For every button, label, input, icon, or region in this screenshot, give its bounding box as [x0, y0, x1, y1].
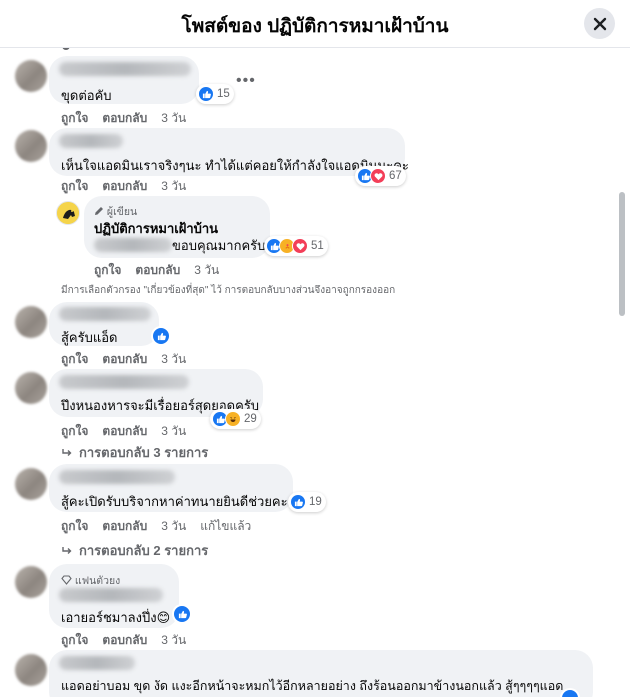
- reply-button[interactable]: ตอบกลับ: [135, 261, 180, 280]
- fan-badge-label: แฟนตัวยง: [74, 575, 121, 587]
- like-button[interactable]: ถูกใจ: [61, 350, 88, 369]
- timestamp[interactable]: 3 วัน: [161, 422, 186, 441]
- heart-icon: [370, 168, 386, 184]
- close-icon: [593, 17, 606, 30]
- comment-text: สู้คะเปิดรับบริจากหาค่าทนายยินดีช่วยคะ: [61, 494, 288, 509]
- filter-note: มีการเลือกตัวกรอง "เกี่ยวข้องที่สุด" ไว้…: [61, 285, 396, 296]
- reply-button[interactable]: ตอบกลับ: [102, 109, 147, 128]
- avatar[interactable]: [15, 566, 47, 598]
- like-button[interactable]: ถูกใจ: [61, 109, 88, 128]
- reaction-total: 29: [244, 413, 257, 425]
- like-icon: [290, 494, 306, 510]
- timestamp[interactable]: 3 วัน: [161, 517, 186, 536]
- comment-text: แอดอย่าบอม ขุด งัด แงะอีกหน้าจะหมกไว้อีก…: [61, 679, 564, 693]
- comment-text: สู้ครับแอ็ด: [61, 330, 118, 345]
- reply-arrow-icon: [62, 448, 72, 456]
- avatar[interactable]: [15, 130, 47, 162]
- dialog-header: โพสต์ของ ปฏิบัติการหมาเฝ้าบ้าน: [0, 0, 630, 48]
- more-options-icon[interactable]: •••: [236, 72, 256, 90]
- timestamp[interactable]: 3 วัน: [194, 261, 219, 280]
- reaction-count[interactable]: 67: [355, 166, 406, 186]
- timestamp[interactable]: 3 วัน: [161, 177, 186, 196]
- commenter-name[interactable]: [59, 134, 123, 148]
- like-icon[interactable]: [174, 606, 190, 622]
- comment-text: เอายอร์ชมาลงปึ่ง😊: [61, 610, 171, 625]
- pencil-icon: [95, 207, 103, 215]
- comment-actions: ถูกใจ ตอบกลับ 3 วัน: [61, 350, 186, 369]
- author-avatar[interactable]: [56, 201, 80, 225]
- like-icon[interactable]: [153, 328, 169, 344]
- reaction-total: 19: [309, 496, 322, 508]
- heart-icon: [292, 238, 308, 254]
- reply-actions: ถูกใจ ตอบกลับ 3 วัน: [94, 261, 219, 280]
- like-button[interactable]: ถูกใจ: [61, 631, 88, 650]
- reply-arrow-icon: [62, 546, 72, 554]
- dog-logo-icon: [57, 202, 79, 224]
- reaction-total: 67: [389, 170, 402, 182]
- mentioned-name[interactable]: [94, 238, 172, 252]
- dialog-title: โพสต์ของ ปฏิบัติการหมาเฝ้าบ้าน: [181, 16, 449, 37]
- commenter-name[interactable]: [59, 62, 191, 76]
- reply-button[interactable]: ตอบกลับ: [102, 350, 147, 369]
- avatar[interactable]: [15, 60, 47, 92]
- reply-text: ขอบคุณมากครับ: [172, 238, 266, 253]
- like-button[interactable]: ถูกใจ: [94, 261, 121, 280]
- close-button[interactable]: [584, 8, 615, 39]
- comment-actions: ถูกใจ ตอบกลับ 3 วัน: [61, 109, 186, 128]
- timestamp[interactable]: 3 วัน: [161, 109, 186, 128]
- avatar[interactable]: [15, 468, 47, 500]
- like-icon: [198, 86, 214, 102]
- view-replies-label: การตอบกลับ 2 รายการ: [79, 543, 209, 558]
- haha-icon: [225, 411, 241, 427]
- view-replies-label: การตอบกลับ 3 รายการ: [79, 445, 209, 460]
- diamond-icon: [61, 575, 72, 585]
- view-replies-button[interactable]: การตอบกลับ 2 รายการ: [61, 540, 208, 561]
- reaction-count[interactable]: 29: [210, 409, 261, 429]
- like-button[interactable]: ถูกใจ: [61, 517, 88, 536]
- like-button[interactable]: ถูกใจ: [61, 177, 88, 196]
- author-badge-label: ผู้เขียน: [106, 206, 138, 218]
- avatar[interactable]: [15, 654, 47, 686]
- commenter-name[interactable]: [59, 375, 189, 389]
- comment-text: ขุดต่อคับ: [61, 88, 112, 103]
- comment-actions: ถูกใจ ตอบกลับ 3 วัน: [61, 422, 186, 441]
- comment-actions: ถูกใจ ตอบกลับ 3 วัน: [61, 177, 186, 196]
- reaction-count[interactable]: 51: [264, 236, 328, 256]
- avatar[interactable]: [15, 306, 47, 338]
- commenter-name[interactable]: [59, 470, 175, 484]
- scrollbar[interactable]: [619, 192, 625, 316]
- reply-button[interactable]: ตอบกลับ: [102, 631, 147, 650]
- like-button[interactable]: ถูกใจ: [61, 422, 88, 441]
- commenter-name[interactable]: [59, 588, 163, 602]
- reply-button[interactable]: ตอบกลับ: [102, 517, 147, 536]
- reaction-count[interactable]: 15: [196, 84, 234, 104]
- comment-actions: ถูกใจ ตอบกลับ 3 วัน: [61, 631, 186, 650]
- commenter-name[interactable]: [59, 656, 135, 670]
- reply-button[interactable]: ตอบกลับ: [102, 422, 147, 441]
- comment-actions: ถูกใจ ตอบกลับ 3 วัน แก้ไขแล้ว: [61, 517, 251, 536]
- timestamp[interactable]: 3 วัน: [161, 631, 186, 650]
- reaction-total: 51: [311, 240, 324, 252]
- commenter-name[interactable]: [59, 307, 151, 321]
- reaction-count[interactable]: 19: [288, 492, 326, 512]
- reply-button[interactable]: ตอบกลับ: [102, 177, 147, 196]
- view-replies-button[interactable]: การตอบกลับ 3 รายการ: [61, 442, 208, 463]
- timestamp[interactable]: 3 วัน: [161, 350, 186, 369]
- avatar[interactable]: [15, 372, 47, 404]
- reaction-total: 15: [217, 88, 230, 100]
- edited-label[interactable]: แก้ไขแล้ว: [200, 517, 251, 536]
- fan-badge: แฟนตัวยง: [61, 572, 120, 589]
